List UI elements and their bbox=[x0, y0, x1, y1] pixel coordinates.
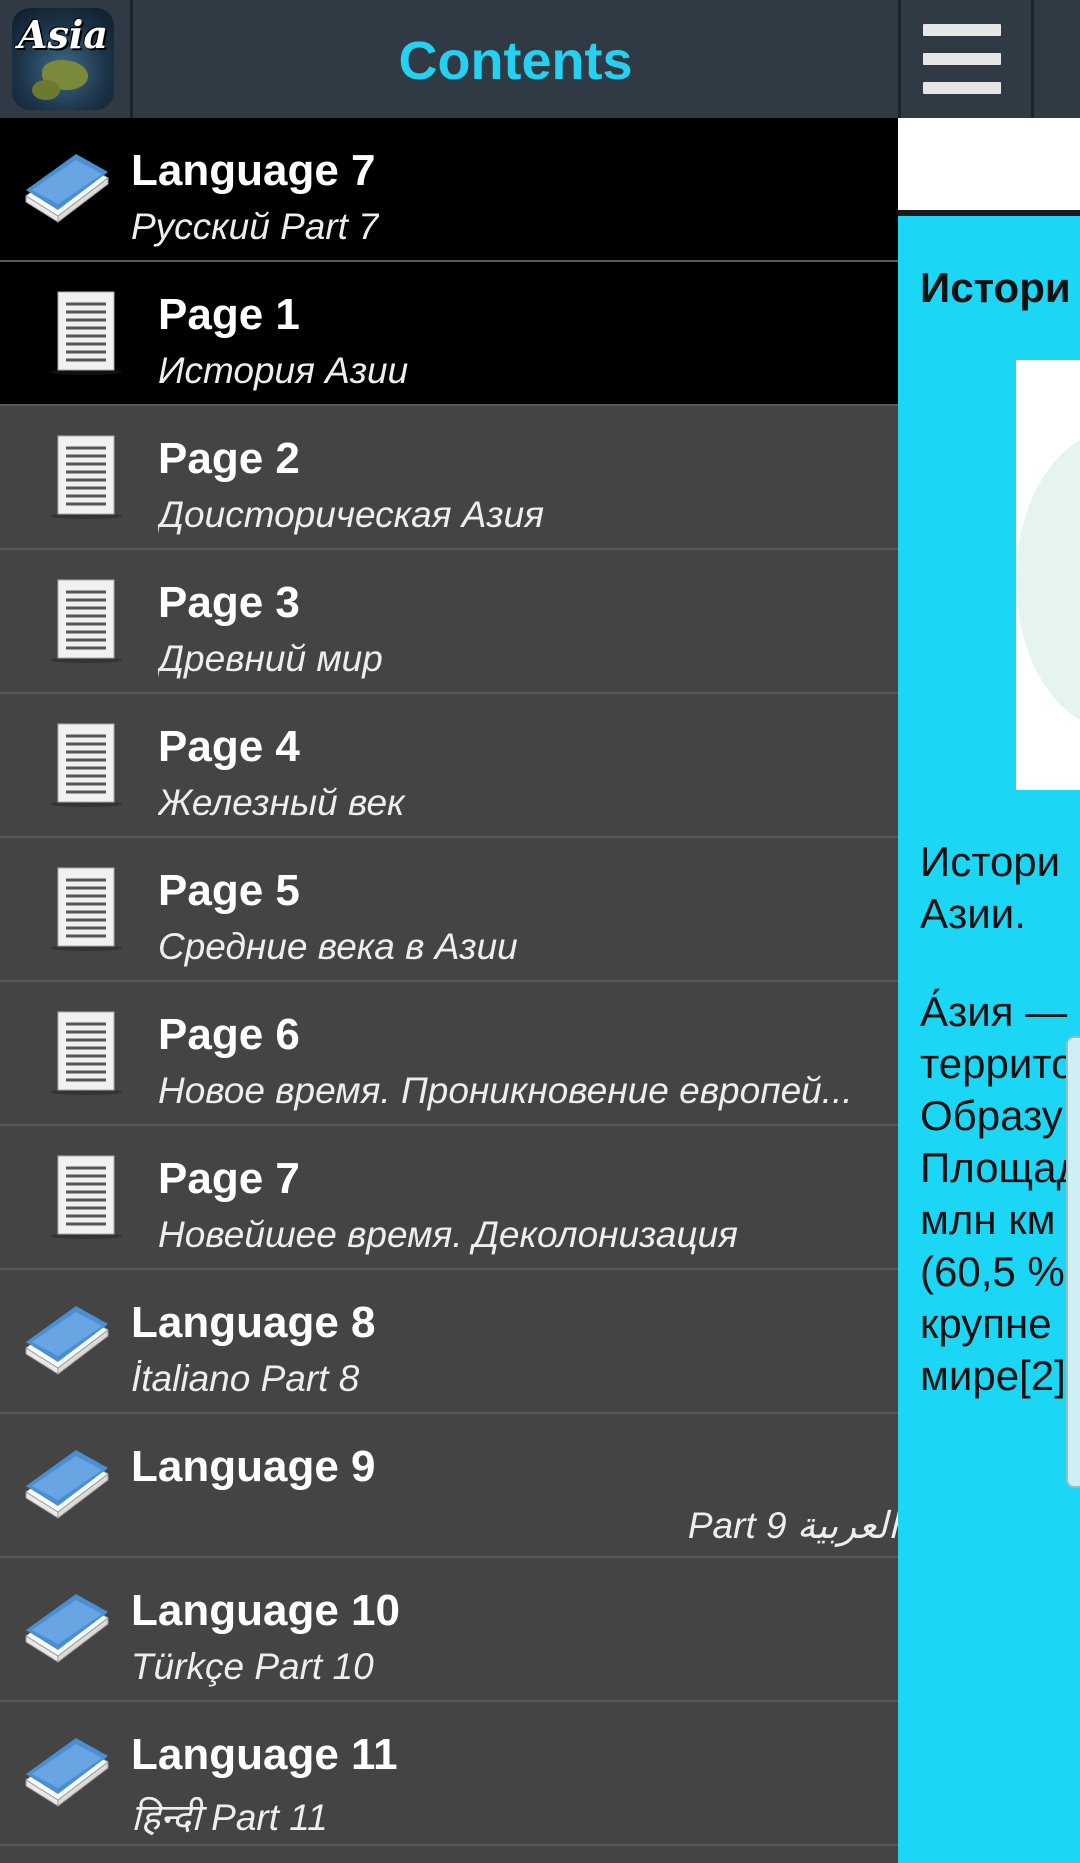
panel-toolbar bbox=[898, 118, 1080, 216]
book-icon bbox=[22, 152, 110, 224]
item-title: Page 2 bbox=[158, 434, 300, 483]
paragraph-line: Истори bbox=[920, 838, 1061, 885]
article-heading: Истори bbox=[920, 264, 1071, 311]
item-subtitle: Древний мир bbox=[158, 638, 383, 679]
item-title: Language 9 bbox=[131, 1442, 376, 1491]
page-item[interactable]: Page 7 Новейшее время. Деколонизация bbox=[0, 1126, 898, 1270]
scroll-handle[interactable] bbox=[1066, 1036, 1080, 1488]
page-icon bbox=[48, 578, 124, 664]
book-icon bbox=[22, 1448, 110, 1520]
item-subtitle: Новейшее время. Деколонизация bbox=[158, 1214, 738, 1255]
item-subtitle: Доисторическая Азия bbox=[158, 494, 544, 535]
item-title: Language 8 bbox=[131, 1298, 376, 1347]
paragraph-line: мире[2] bbox=[920, 1352, 1066, 1399]
page-item[interactable]: Page 2 Доисторическая Азия bbox=[0, 406, 898, 550]
item-subtitle: История Азии bbox=[158, 350, 409, 391]
page-title: Contents bbox=[398, 31, 633, 91]
item-subtitle: Русский Part 7 bbox=[131, 206, 379, 247]
item-subtitle: Новое время. Проникновение европей... bbox=[158, 1070, 853, 1111]
paragraph-line: млн км bbox=[920, 1196, 1056, 1243]
page-icon bbox=[48, 1154, 124, 1240]
book-icon bbox=[22, 1592, 110, 1664]
book-icon bbox=[22, 1304, 110, 1376]
item-subtitle: İtaliano Part 8 bbox=[131, 1358, 360, 1399]
page-item[interactable]: Page 4 Железный век bbox=[0, 694, 898, 838]
contents-list: Language 7 Русский Part 7 Page 1 История Аз… bbox=[0, 118, 898, 1846]
item-title: Page 1 bbox=[158, 290, 300, 339]
paragraph-line: крупне bbox=[920, 1300, 1052, 1347]
paragraph-line: Площад bbox=[920, 1144, 1080, 1191]
item-title: Language 7 bbox=[131, 146, 376, 195]
article-image bbox=[1016, 360, 1080, 790]
page-item[interactable]: Page 1 История Азии bbox=[0, 262, 898, 406]
item-title: Language 10 bbox=[131, 1586, 400, 1635]
page-icon bbox=[48, 290, 124, 376]
item-subtitle: Средние века в Азии bbox=[158, 926, 518, 967]
paragraph-line: Азии. bbox=[920, 890, 1026, 937]
item-subtitle: العربية Part 9 bbox=[687, 1505, 898, 1546]
hamburger-menu-icon bbox=[923, 24, 1001, 94]
content-panel[interactable]: Истори Истори Азии. А́зия — террито Образу… bbox=[898, 118, 1080, 1863]
item-title: Page 7 bbox=[158, 1154, 300, 1203]
language-item[interactable]: Language 11 हिन्दी Part 11 bbox=[0, 1702, 898, 1846]
item-title: Page 3 bbox=[158, 578, 300, 627]
page-icon bbox=[48, 722, 124, 808]
item-subtitle: Türkçe Part 10 bbox=[131, 1646, 374, 1687]
item-subtitle: Железный век bbox=[158, 782, 405, 823]
paragraph-line: А́зия — bbox=[920, 988, 1068, 1035]
language-item[interactable]: Language 7 Русский Part 7 bbox=[0, 118, 898, 262]
paragraph-line: террито bbox=[920, 1040, 1075, 1087]
logo-text: Asia bbox=[18, 12, 108, 57]
item-title: Page 4 bbox=[158, 722, 300, 771]
app-logo[interactable]: Asia bbox=[12, 8, 114, 110]
page-icon bbox=[48, 866, 124, 952]
globe-image bbox=[1016, 430, 1080, 730]
item-subtitle: हिन्दी Part 11 bbox=[131, 1797, 328, 1838]
language-item[interactable]: Language 9 العربية Part 9 bbox=[0, 1414, 898, 1558]
paragraph-line: Образу bbox=[920, 1092, 1063, 1139]
language-item[interactable]: Language 10 Türkçe Part 10 bbox=[0, 1558, 898, 1702]
page-item[interactable]: Page 3 Древний мир bbox=[0, 550, 898, 694]
page-item[interactable]: Page 6 Новое время. Проникновение европей… bbox=[0, 982, 898, 1126]
item-title: Page 5 bbox=[158, 866, 300, 915]
menu-button[interactable] bbox=[898, 0, 1034, 118]
top-app-bar: Asia Contents bbox=[0, 0, 1080, 120]
article-paragraph-1: Истори Азии. bbox=[920, 836, 1060, 940]
item-title: Page 6 bbox=[158, 1010, 300, 1059]
paragraph-line: (60,5 % bbox=[920, 1248, 1065, 1295]
language-item[interactable]: Language 8 İtaliano Part 8 bbox=[0, 1270, 898, 1414]
item-title: Language 11 bbox=[131, 1730, 398, 1779]
page-icon bbox=[48, 1010, 124, 1096]
page-item[interactable]: Page 5 Средние века в Азии bbox=[0, 838, 898, 982]
article-paragraph-2: А́зия — террито Образу Площад млн км (60,5 % к… bbox=[920, 986, 1080, 1402]
page-icon bbox=[48, 434, 124, 520]
logo-landmass-secondary bbox=[32, 80, 60, 100]
book-icon bbox=[22, 1736, 110, 1808]
